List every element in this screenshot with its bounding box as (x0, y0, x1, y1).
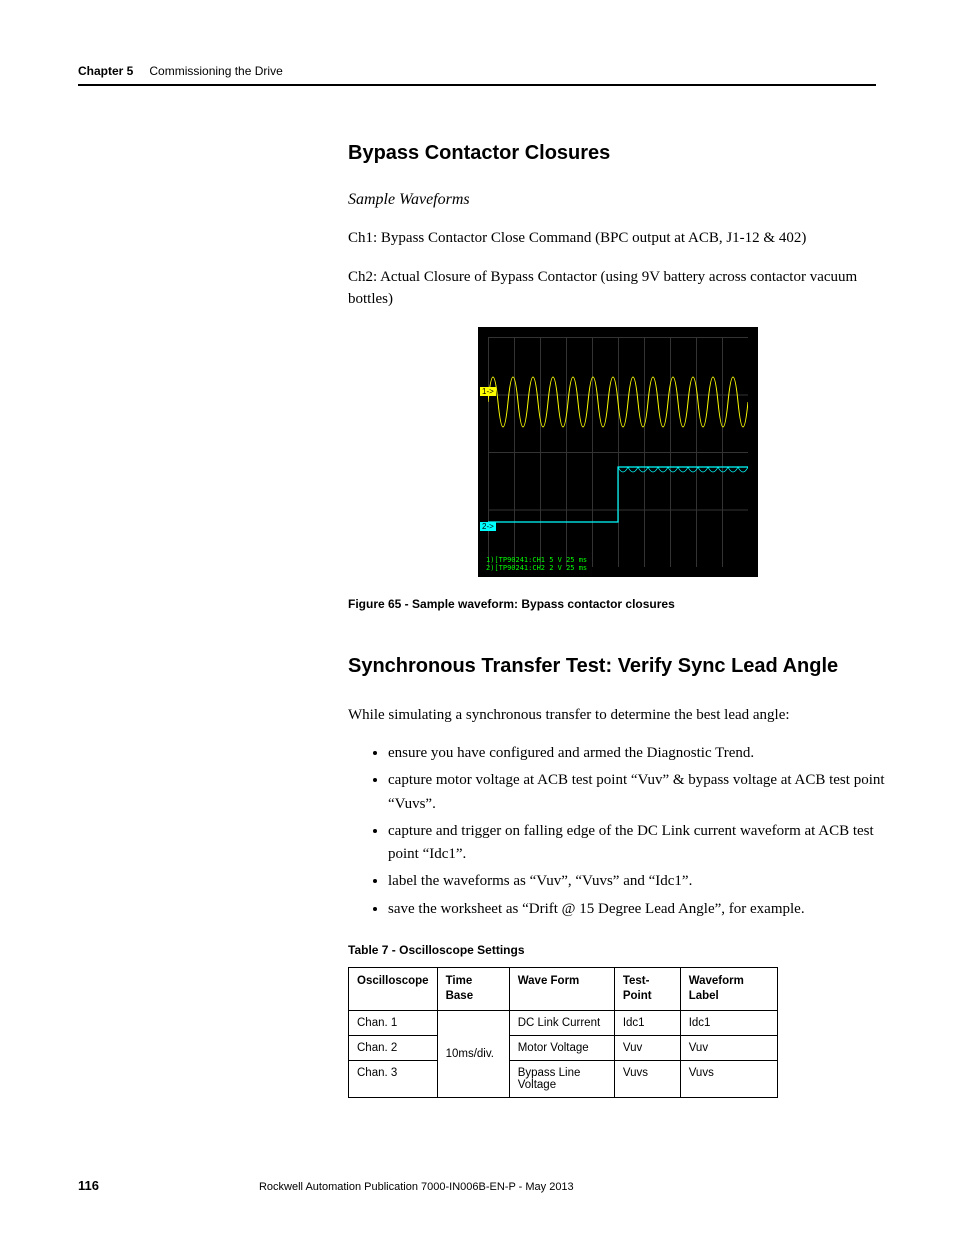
th-wave-form: Wave Form (509, 967, 614, 1010)
subheading-sample-waveforms: Sample Waveforms (348, 191, 888, 209)
th-waveform-label: Waveform Label (680, 967, 777, 1010)
page-number: 116 (78, 1178, 99, 1193)
paragraph-ch1: Ch1: Bypass Contactor Close Command (BPC… (348, 227, 888, 250)
list-item: ensure you have configured and armed the… (388, 742, 888, 765)
table-row: Chan. 1 10ms/div. DC Link Current Idc1 I… (349, 1010, 778, 1035)
section-heading-sync-transfer: Synchronous Transfer Test: Verify Sync L… (348, 655, 888, 678)
section-heading-bypass: Bypass Contactor Closures (348, 142, 888, 165)
th-test-point: Test-Point (614, 967, 680, 1010)
list-item: save the worksheet as “Drift @ 15 Degree… (388, 898, 888, 921)
oscilloscope-screenshot: 1-> 2-> 1)[TP90241:CH1 5 V 25 ms 2)[TP90… (478, 327, 758, 577)
paragraph-sync-intro: While simulating a synchronous transfer … (348, 704, 888, 727)
list-item: capture motor voltage at ACB test point … (388, 769, 888, 816)
table-header-row: Oscilloscope Time Base Wave Form Test-Po… (349, 967, 778, 1010)
table-row: Chan. 2 Motor Voltage Vuv Vuv (349, 1035, 778, 1060)
list-item: label the waveforms as “Vuv”, “Vuvs” and… (388, 870, 888, 893)
oscilloscope-settings-table: Oscilloscope Time Base Wave Form Test-Po… (348, 967, 778, 1098)
scope-trace-ch1 (488, 347, 748, 457)
chapter-label: Chapter 5 (78, 64, 133, 78)
table-caption-7: Table 7 - Oscilloscope Settings (348, 943, 888, 957)
bullet-list: ensure you have configured and armed the… (388, 742, 888, 921)
scope-footer-text: 1)[TP90241:CH1 5 V 25 ms 2)[TP90241:CH2 … (486, 557, 587, 572)
scope-trace-ch2 (488, 457, 748, 547)
figure-65-container: 1-> 2-> 1)[TP90241:CH1 5 V 25 ms 2)[TP90… (348, 327, 888, 577)
figure-caption-65: Figure 65 - Sample waveform: Bypass cont… (348, 597, 888, 611)
chapter-title: Commissioning the Drive (149, 64, 282, 78)
paragraph-ch2: Ch2: Actual Closure of Bypass Contactor … (348, 266, 888, 311)
table-row: Chan. 3 Bypass Line Voltage Vuvs Vuvs (349, 1060, 778, 1097)
th-time-base: Time Base (437, 967, 509, 1010)
publication-info: Rockwell Automation Publication 7000-IN0… (259, 1181, 574, 1193)
scope-ch1-marker: 1-> (480, 387, 496, 396)
th-oscilloscope: Oscilloscope (349, 967, 438, 1010)
running-header: Chapter 5 Commissioning the Drive (78, 64, 876, 86)
page-footer: 116 Rockwell Automation Publication 7000… (78, 1178, 876, 1193)
list-item: capture and trigger on falling edge of t… (388, 820, 888, 867)
scope-ch2-marker: 2-> (480, 522, 496, 531)
